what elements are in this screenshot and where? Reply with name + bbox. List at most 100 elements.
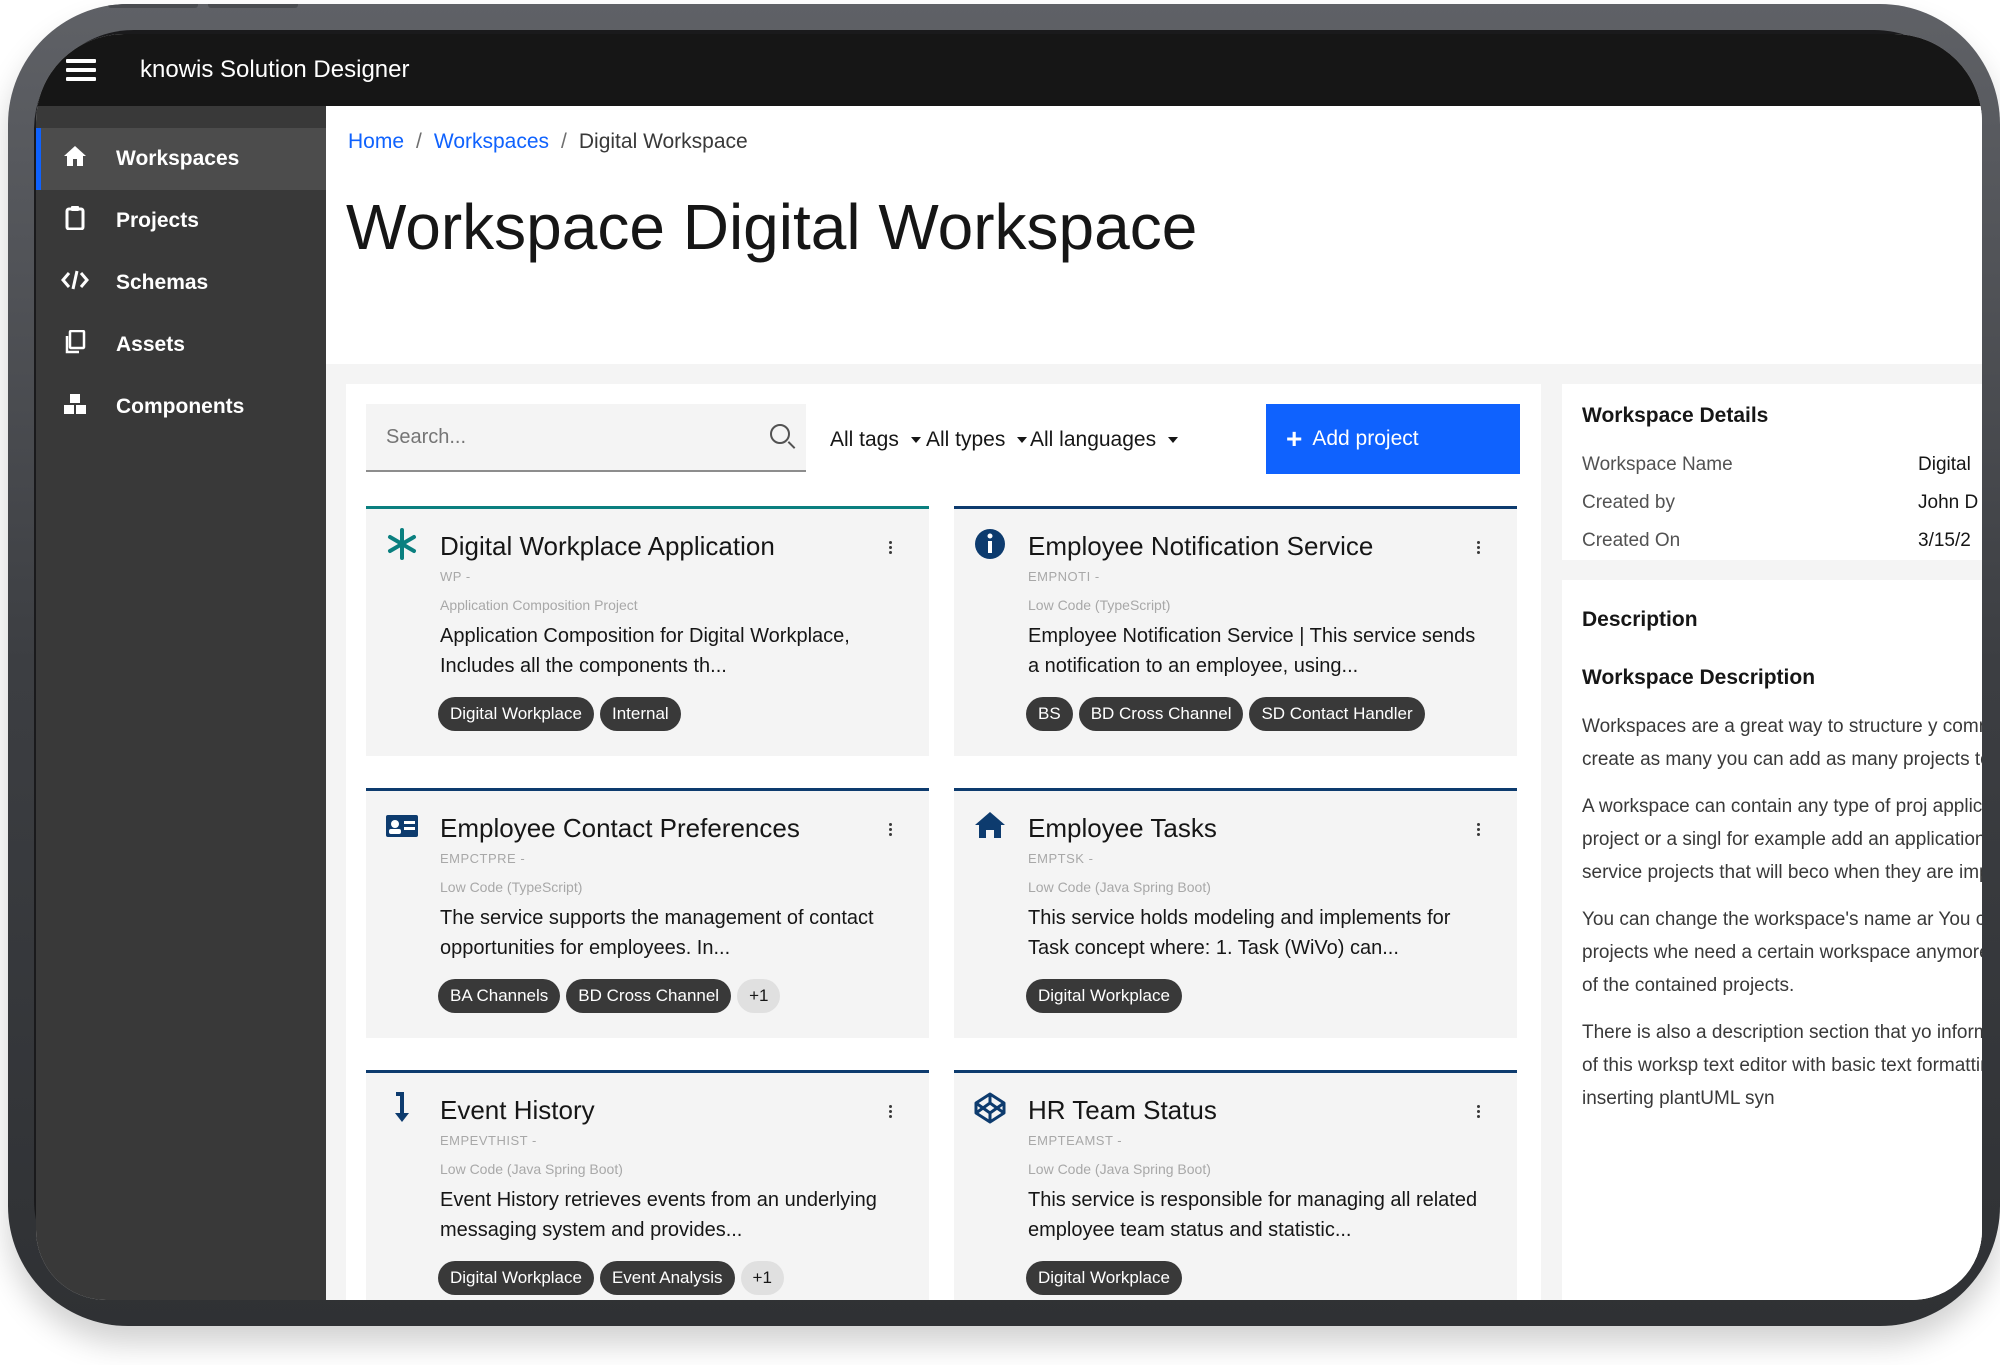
tag[interactable]: Digital Workplace: [1026, 1261, 1182, 1295]
project-type: Low Code (TypeScript): [1028, 597, 1171, 613]
tag-list: Digital Workplace: [1026, 979, 1182, 1013]
tag[interactable]: BD Cross Channel: [1078, 697, 1244, 731]
overflow-menu-icon[interactable]: [889, 821, 895, 838]
code-icon: [60, 269, 90, 297]
project-card[interactable]: Digital Workplace Application WP - Appli…: [366, 506, 929, 756]
project-description: Event History retrieves events from an u…: [440, 1189, 877, 1241]
breadcrumb-workspaces-link[interactable]: Workspaces: [434, 130, 549, 153]
tablet-frame: knowis Solution Designer Workspaces Proj…: [8, 4, 2000, 1326]
filter-types-label: All types: [926, 428, 1006, 451]
detail-value: Digital: [1918, 454, 1971, 475]
detail-label: Created by: [1582, 492, 1675, 513]
detail-value: 3/15/2: [1918, 530, 1971, 551]
overflow-menu-icon[interactable]: [889, 1103, 895, 1120]
project-type: Application Composition Project: [440, 597, 638, 613]
description-subtitle: Workspace Description: [1582, 666, 1816, 689]
project-description: Employee Notification Service | This ser…: [1028, 625, 1476, 677]
project-title[interactable]: Digital Workplace Application: [440, 531, 775, 562]
description-paragraph: There is also a description section that…: [1582, 1022, 1982, 1109]
asterisk-icon: [382, 527, 422, 567]
filter-languages-label: All languages: [1030, 428, 1157, 451]
project-card[interactable]: Employee Contact Preferences EMPCTPRE - …: [366, 788, 929, 1038]
page-header: Home / Workspaces / Digital Workspace Worksp…: [326, 106, 1982, 364]
sidebar-item-label: Assets: [116, 333, 185, 356]
sidebar-item-assets[interactable]: Assets: [36, 314, 326, 376]
project-card[interactable]: Employee Notification Service EMPNOTI - …: [954, 506, 1517, 756]
sidebar-item-components[interactable]: Components: [36, 376, 326, 438]
search-icon[interactable]: [770, 424, 790, 444]
tag[interactable]: Internal: [599, 697, 681, 731]
description-paragraph: You can change the workspace's name ar Y…: [1582, 909, 1982, 996]
project-title[interactable]: Event History: [440, 1095, 595, 1126]
plus-icon: +: [1286, 423, 1303, 454]
power-button: [208, 4, 298, 8]
more-tags-badge[interactable]: +1: [737, 979, 781, 1013]
breadcrumb-separator: /: [561, 130, 567, 153]
breadcrumb-current: Digital Workspace: [578, 130, 748, 153]
overflow-menu-icon[interactable]: [1477, 539, 1483, 556]
sidebar-item-schemas[interactable]: Schemas: [36, 252, 326, 314]
project-code: EMPEVTHIST -: [440, 1133, 537, 1148]
search-input[interactable]: [366, 404, 748, 470]
project-code: EMPNOTI -: [1028, 569, 1100, 584]
tag[interactable]: Event Analysis: [599, 1261, 735, 1295]
project-title[interactable]: Employee Contact Preferences: [440, 813, 800, 844]
project-description: Application Composition for Digital Work…: [440, 625, 850, 677]
tag[interactable]: BD Cross Channel: [566, 979, 732, 1013]
project-title[interactable]: Employee Tasks: [1028, 813, 1217, 844]
overflow-menu-icon[interactable]: [889, 539, 895, 556]
project-code: EMPTSK -: [1028, 851, 1094, 866]
arrow-down-icon: [382, 1091, 422, 1131]
add-project-button[interactable]: + Add project: [1266, 404, 1520, 474]
tag[interactable]: BA Channels: [438, 979, 561, 1013]
app-title: knowis Solution Designer: [140, 56, 410, 83]
sidebar-item-label: Workspaces: [116, 147, 240, 170]
tag-list: Digital Workplace Internal: [438, 697, 681, 731]
filter-types-dropdown[interactable]: All types: [926, 428, 1028, 452]
project-code: EMPTEAMST -: [1028, 1133, 1123, 1148]
page-title-prefix: Workspace: [346, 191, 665, 263]
top-bar: knowis Solution Designer: [36, 34, 1982, 106]
copy-icon: [60, 329, 90, 360]
project-card[interactable]: HR Team Status EMPTEAMST - Low Code (Jav…: [954, 1070, 1517, 1300]
sidebar-item-projects[interactable]: Projects: [36, 190, 326, 252]
project-description: The service supports the management of c…: [440, 907, 874, 959]
hamburger-menu-icon[interactable]: [66, 54, 96, 86]
project-type: Low Code (Java Spring Boot): [1028, 1161, 1211, 1177]
more-tags-badge[interactable]: +1: [740, 1261, 784, 1295]
caret-down-icon: [1168, 437, 1179, 444]
caret-down-icon: [910, 437, 921, 444]
filter-languages-dropdown[interactable]: All languages: [1030, 428, 1179, 452]
project-title[interactable]: HR Team Status: [1028, 1095, 1217, 1126]
tag-list: BS BD Cross Channel SD Contact Handler: [1026, 697, 1425, 731]
filter-tags-dropdown[interactable]: All tags: [830, 428, 921, 452]
volume-button: [108, 4, 198, 8]
project-card[interactable]: Event History EMPEVTHIST - Low Code (Jav…: [366, 1070, 929, 1300]
home-icon: [970, 809, 1010, 849]
tag[interactable]: Digital Workplace: [438, 1261, 594, 1295]
details-heading: Workspace Details: [1582, 404, 1769, 427]
tag-list: Digital Workplace Event Analysis +1: [438, 1261, 784, 1295]
sidebar-item-label: Projects: [116, 209, 199, 232]
page-title: Workspace Digital Workspace: [346, 190, 1197, 264]
overflow-menu-icon[interactable]: [1477, 1103, 1483, 1120]
project-card[interactable]: Employee Tasks EMPTSK - Low Code (Java S…: [954, 788, 1517, 1038]
project-type: Low Code (Java Spring Boot): [440, 1161, 623, 1177]
overflow-menu-icon[interactable]: [1477, 821, 1483, 838]
codepen-icon: [970, 1091, 1010, 1131]
search-box: [366, 404, 806, 472]
sidebar: Workspaces Projects Schemas Assets Compo…: [36, 106, 326, 1300]
project-code: EMPCTPRE -: [440, 851, 526, 866]
tag[interactable]: BS: [1026, 697, 1073, 731]
sidebar-item-workspaces[interactable]: Workspaces: [36, 128, 326, 190]
project-type: Low Code (Java Spring Boot): [1028, 879, 1211, 895]
tag[interactable]: Digital Workplace: [438, 697, 594, 731]
project-type: Low Code (TypeScript): [440, 879, 583, 895]
tag[interactable]: Digital Workplace: [1026, 979, 1182, 1013]
id-card-icon: [382, 809, 422, 849]
sidebar-item-label: Schemas: [116, 271, 209, 294]
tag[interactable]: SD Contact Handler: [1249, 697, 1425, 731]
project-description: This service holds modeling and implemen…: [1028, 907, 1451, 959]
breadcrumb-home-link[interactable]: Home: [348, 130, 404, 153]
project-title[interactable]: Employee Notification Service: [1028, 531, 1373, 562]
